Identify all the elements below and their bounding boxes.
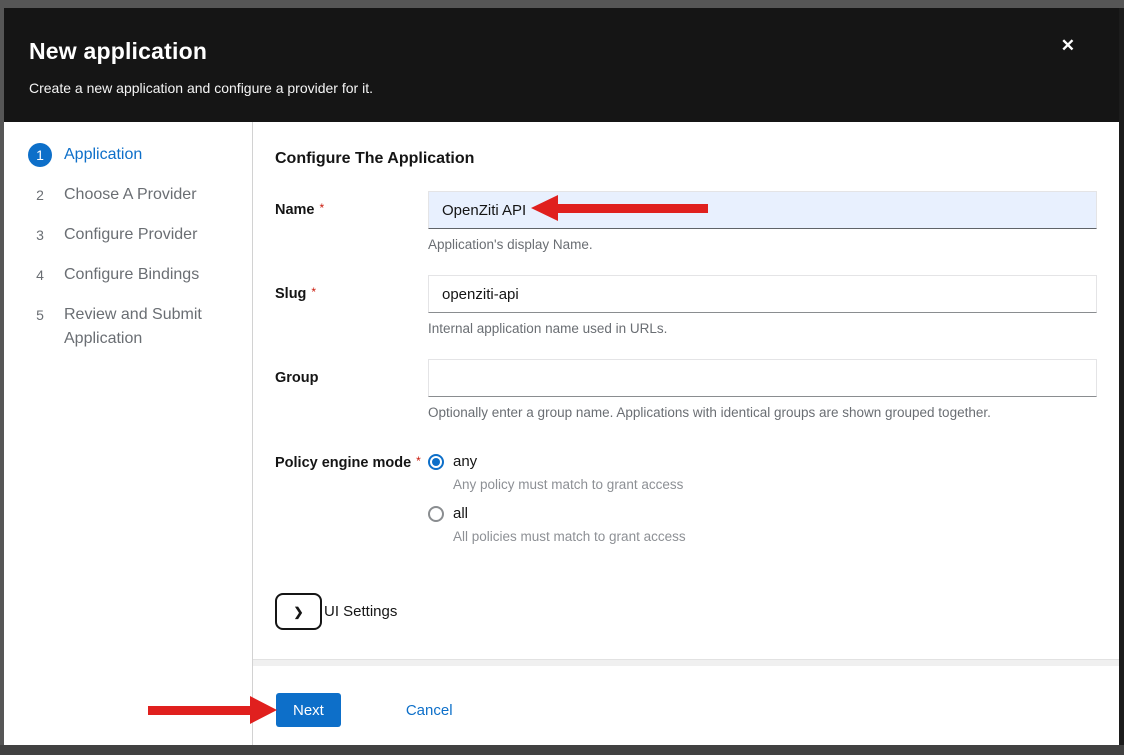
ui-settings-label: UI Settings — [324, 603, 397, 620]
step-label: Application — [64, 143, 142, 167]
footer-separator — [253, 659, 1119, 666]
modal-title: New application — [29, 38, 1095, 65]
radio-label: any — [453, 453, 477, 470]
slug-field-label: Slug — [275, 286, 306, 302]
wizard-footer: Next Cancel — [253, 666, 1119, 745]
name-field-label: Name — [275, 202, 315, 218]
ui-settings-expand-button[interactable]: ❯ — [275, 593, 322, 630]
policy-mode-any-radio[interactable]: any — [428, 453, 1097, 470]
step-number-badge: 2 — [28, 183, 52, 207]
policy-engine-mode-row: Policy engine mode * any Any policy must … — [275, 453, 1097, 557]
page-backdrop-bottom — [0, 745, 1124, 755]
form-area: Configure The Application Name * Applicat… — [253, 122, 1119, 659]
wizard-content-pane: Configure The Application Name * Applicat… — [253, 122, 1119, 745]
step-number-badge: 5 — [28, 303, 52, 327]
cancel-link[interactable]: Cancel — [406, 702, 453, 719]
policy-mode-any-helper: Any policy must match to grant access — [453, 477, 1097, 492]
wizard-step-choose-provider[interactable]: 2 Choose A Provider — [28, 183, 236, 207]
step-label: Configure Provider — [64, 223, 197, 247]
modal-subtitle: Create a new application and configure a… — [29, 80, 1095, 96]
chevron-right-icon: ❯ — [293, 606, 303, 618]
name-input[interactable] — [428, 191, 1097, 229]
required-asterisk: * — [416, 454, 421, 468]
slug-field-row: Slug * Internal application name used in … — [275, 275, 1097, 336]
name-helper-text: Application's display Name. — [428, 237, 1097, 252]
close-icon[interactable]: ✕ — [1055, 36, 1081, 55]
name-field-row: Name * Application's display Name. — [275, 191, 1097, 252]
modal-header: New application Create a new application… — [4, 8, 1119, 122]
radio-selected-icon[interactable] — [428, 454, 444, 470]
radio-unselected-icon[interactable] — [428, 506, 444, 522]
next-button[interactable]: Next — [276, 693, 341, 727]
step-number-badge: 3 — [28, 223, 52, 247]
group-field-label: Group — [275, 370, 319, 386]
required-asterisk: * — [320, 201, 325, 215]
step-label: Review and Submit Application — [64, 303, 236, 351]
page-backdrop-top — [0, 0, 1124, 8]
policy-mode-all-helper: All policies must match to grant access — [453, 529, 1097, 544]
wizard-step-configure-bindings[interactable]: 4 Configure Bindings — [28, 263, 236, 287]
radio-label: all — [453, 505, 468, 522]
wizard-step-review-submit[interactable]: 5 Review and Submit Application — [28, 303, 236, 351]
step-number-badge: 1 — [28, 143, 52, 167]
required-asterisk: * — [311, 285, 316, 299]
wizard-steps-sidebar: 1 Application 2 Choose A Provider 3 Conf… — [4, 122, 253, 745]
step-label: Configure Bindings — [64, 263, 199, 287]
policy-mode-all-radio[interactable]: all — [428, 505, 1097, 522]
wizard-step-application[interactable]: 1 Application — [28, 143, 236, 167]
slug-input[interactable] — [428, 275, 1097, 313]
group-field-row: Group Optionally enter a group name. App… — [275, 359, 1097, 420]
group-input[interactable] — [428, 359, 1097, 397]
slug-helper-text: Internal application name used in URLs. — [428, 321, 1097, 336]
policy-engine-mode-label: Policy engine mode — [275, 455, 411, 471]
group-helper-text: Optionally enter a group name. Applicati… — [428, 405, 1097, 420]
new-application-modal: New application Create a new application… — [4, 8, 1119, 745]
modal-body: 1 Application 2 Choose A Provider 3 Conf… — [4, 122, 1119, 745]
wizard-step-configure-provider[interactable]: 3 Configure Provider — [28, 223, 236, 247]
step-number-badge: 4 — [28, 263, 52, 287]
ui-settings-section: ❯ UI Settings — [275, 593, 1097, 630]
page-title: Configure The Application — [275, 150, 1097, 168]
step-label: Choose A Provider — [64, 183, 197, 207]
